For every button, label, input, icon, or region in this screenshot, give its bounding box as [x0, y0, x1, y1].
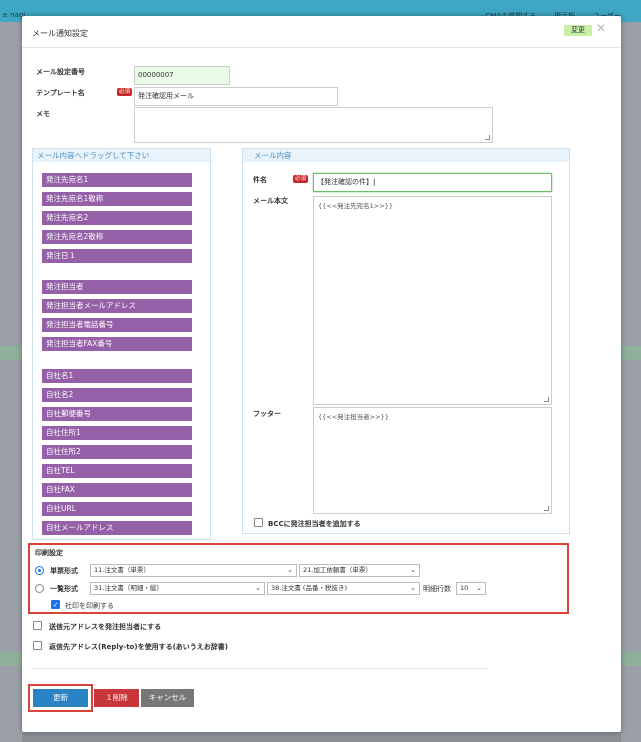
background-right — [621, 22, 641, 742]
resize-grip-icon[interactable] — [544, 397, 549, 402]
single-format-select-2-value: 21.加工依頼書（単票） — [303, 566, 372, 574]
chevron-down-icon: ⌄ — [410, 584, 416, 592]
change-button[interactable]: 変更 — [564, 25, 592, 36]
list-format-select-1[interactable]: 31.注文書（明細・縦） ⌄ — [90, 582, 265, 595]
delete-button[interactable]: １削除 — [94, 689, 139, 707]
list-format-select-1-value: 31.注文書（明細・縦） — [94, 584, 163, 592]
footer-divider — [32, 668, 488, 669]
background-left — [0, 22, 22, 742]
background-row-stripe — [0, 346, 22, 360]
print-settings-title: 印刷設定 — [35, 549, 63, 557]
single-format-select-1[interactable]: 11.注文書（単票） ⌄ — [90, 564, 297, 577]
placeholder-tag[interactable]: 発注担当者メールアドレス — [42, 299, 192, 313]
mail-notification-settings-modal: メール通知設定 変更 ✕ メール設定番号 00000007 テンプレート名 必須… — [22, 16, 621, 732]
placeholder-tag[interactable]: 発注担当者FAX番号 — [42, 337, 192, 351]
template-name-label: テンプレート名 — [36, 89, 85, 97]
placeholder-tag[interactable]: 自社メールアドレス — [42, 521, 192, 535]
sender-address-label: 送信元アドレスを発注担当者にする — [49, 623, 162, 631]
mail-content-panel: メール内容 件名 必須 【発注確認の件】| メール本文 {{<<発注先宛名1>>… — [242, 148, 570, 534]
chevron-down-icon: ⌄ — [255, 584, 261, 592]
single-format-radio[interactable] — [35, 566, 44, 575]
placeholder-tag[interactable]: 自社FAX — [42, 483, 192, 497]
placeholder-tag[interactable]: 発注担当者電話番号 — [42, 318, 192, 332]
subject-label: 件名 — [253, 176, 267, 184]
placeholder-tag[interactable]: 自社郵便番号 — [42, 407, 192, 421]
company-stamp-checkbox[interactable]: ✓ — [51, 600, 60, 609]
detail-rows-value: 10 — [460, 584, 469, 592]
list-format-select-2[interactable]: 38.注文書 (品番・税抜き) ⌄ — [267, 582, 420, 595]
background-row-stripe — [621, 346, 641, 360]
mail-body-textarea[interactable]: {{<<発注先宛名1>>}} — [313, 196, 552, 405]
memo-label: メモ — [36, 110, 50, 118]
mail-body-label: メール本文 — [253, 197, 288, 205]
bcc-checkbox[interactable] — [254, 518, 263, 527]
placeholder-tag[interactable]: 自社住所1 — [42, 426, 192, 440]
mail-setting-number-field[interactable]: 00000007 — [134, 66, 230, 85]
single-format-select-2[interactable]: 21.加工依頼書（単票） ⌄ — [299, 564, 420, 577]
placeholder-tag[interactable]: 発注先宛名2 — [42, 211, 192, 225]
single-format-label: 単票形式 — [50, 567, 78, 575]
list-format-radio[interactable] — [35, 584, 44, 593]
bcc-label: BCCに発注担当者を追加する — [268, 520, 361, 528]
required-badge: 必須 — [293, 175, 308, 183]
chevron-down-icon: ⌄ — [287, 566, 293, 574]
list-format-label: 一覧形式 — [50, 585, 78, 593]
footer-label: フッター — [253, 410, 281, 418]
background-row-stripe — [621, 652, 641, 666]
placeholder-tag[interactable]: 自社住所2 — [42, 445, 192, 459]
drag-panel-title: メール内容へドラッグして下さい — [33, 149, 210, 162]
detail-rows-label: 明細行数 — [423, 585, 451, 593]
mail-content-title: メール内容 — [243, 149, 569, 162]
list-format-select-2-value: 38.注文書 (品番・税抜き) — [271, 584, 347, 592]
placeholder-tag[interactable]: 自社名1 — [42, 369, 192, 383]
resize-grip-icon[interactable] — [485, 135, 490, 140]
background-row-stripe — [0, 652, 22, 666]
placeholder-tag[interactable]: 発注先宛名2敬称 — [42, 230, 192, 244]
single-format-select-1-value: 11.注文書（単票） — [94, 566, 150, 574]
placeholder-tag[interactable]: 発注先宛名1 — [42, 173, 192, 187]
subject-field[interactable]: 【発注確認の件】| — [313, 173, 552, 192]
close-icon[interactable]: ✕ — [596, 22, 606, 34]
chevron-down-icon: ⌄ — [410, 566, 416, 574]
chevron-down-icon: ⌄ — [476, 584, 482, 592]
mail-setting-number-label: メール設定番号 — [36, 68, 85, 76]
sender-address-checkbox[interactable] — [33, 621, 42, 630]
placeholder-tag[interactable]: 自社名2 — [42, 388, 192, 402]
placeholder-tag[interactable]: 自社TEL — [42, 464, 192, 478]
modal-header: メール通知設定 変更 ✕ — [22, 16, 621, 48]
required-badge: 必須 — [117, 88, 132, 96]
drag-source-panel: メール内容へドラッグして下さい 発注先宛名1 発注先宛名1敬称 発注先宛名2 発… — [32, 148, 211, 540]
modal-title: メール通知設定 — [32, 29, 88, 38]
footer-textarea[interactable]: {{<<発注担当者>>}} — [313, 407, 552, 514]
placeholder-tag[interactable]: 発注先宛名1敬称 — [42, 192, 192, 206]
resize-grip-icon[interactable] — [544, 506, 549, 511]
cancel-button[interactable]: キャンセル — [141, 689, 194, 707]
reply-to-label: 返信先アドレス(Reply-to)を使用する(あいうえお辞書) — [49, 643, 228, 651]
placeholder-tag[interactable]: 自社URL — [42, 502, 192, 516]
detail-rows-select[interactable]: 10 ⌄ — [456, 582, 486, 595]
update-button[interactable]: 更新 — [33, 689, 88, 707]
memo-textarea[interactable] — [134, 107, 493, 143]
subject-value: 【発注確認の件】 — [317, 178, 373, 186]
placeholder-tag[interactable]: 発注日１ — [42, 249, 192, 263]
placeholder-tag[interactable]: 発注担当者 — [42, 280, 192, 294]
company-stamp-label: 社印を印刷する — [65, 602, 114, 610]
reply-to-checkbox[interactable] — [33, 641, 42, 650]
template-name-field[interactable]: 発注確認用メール — [134, 87, 338, 106]
